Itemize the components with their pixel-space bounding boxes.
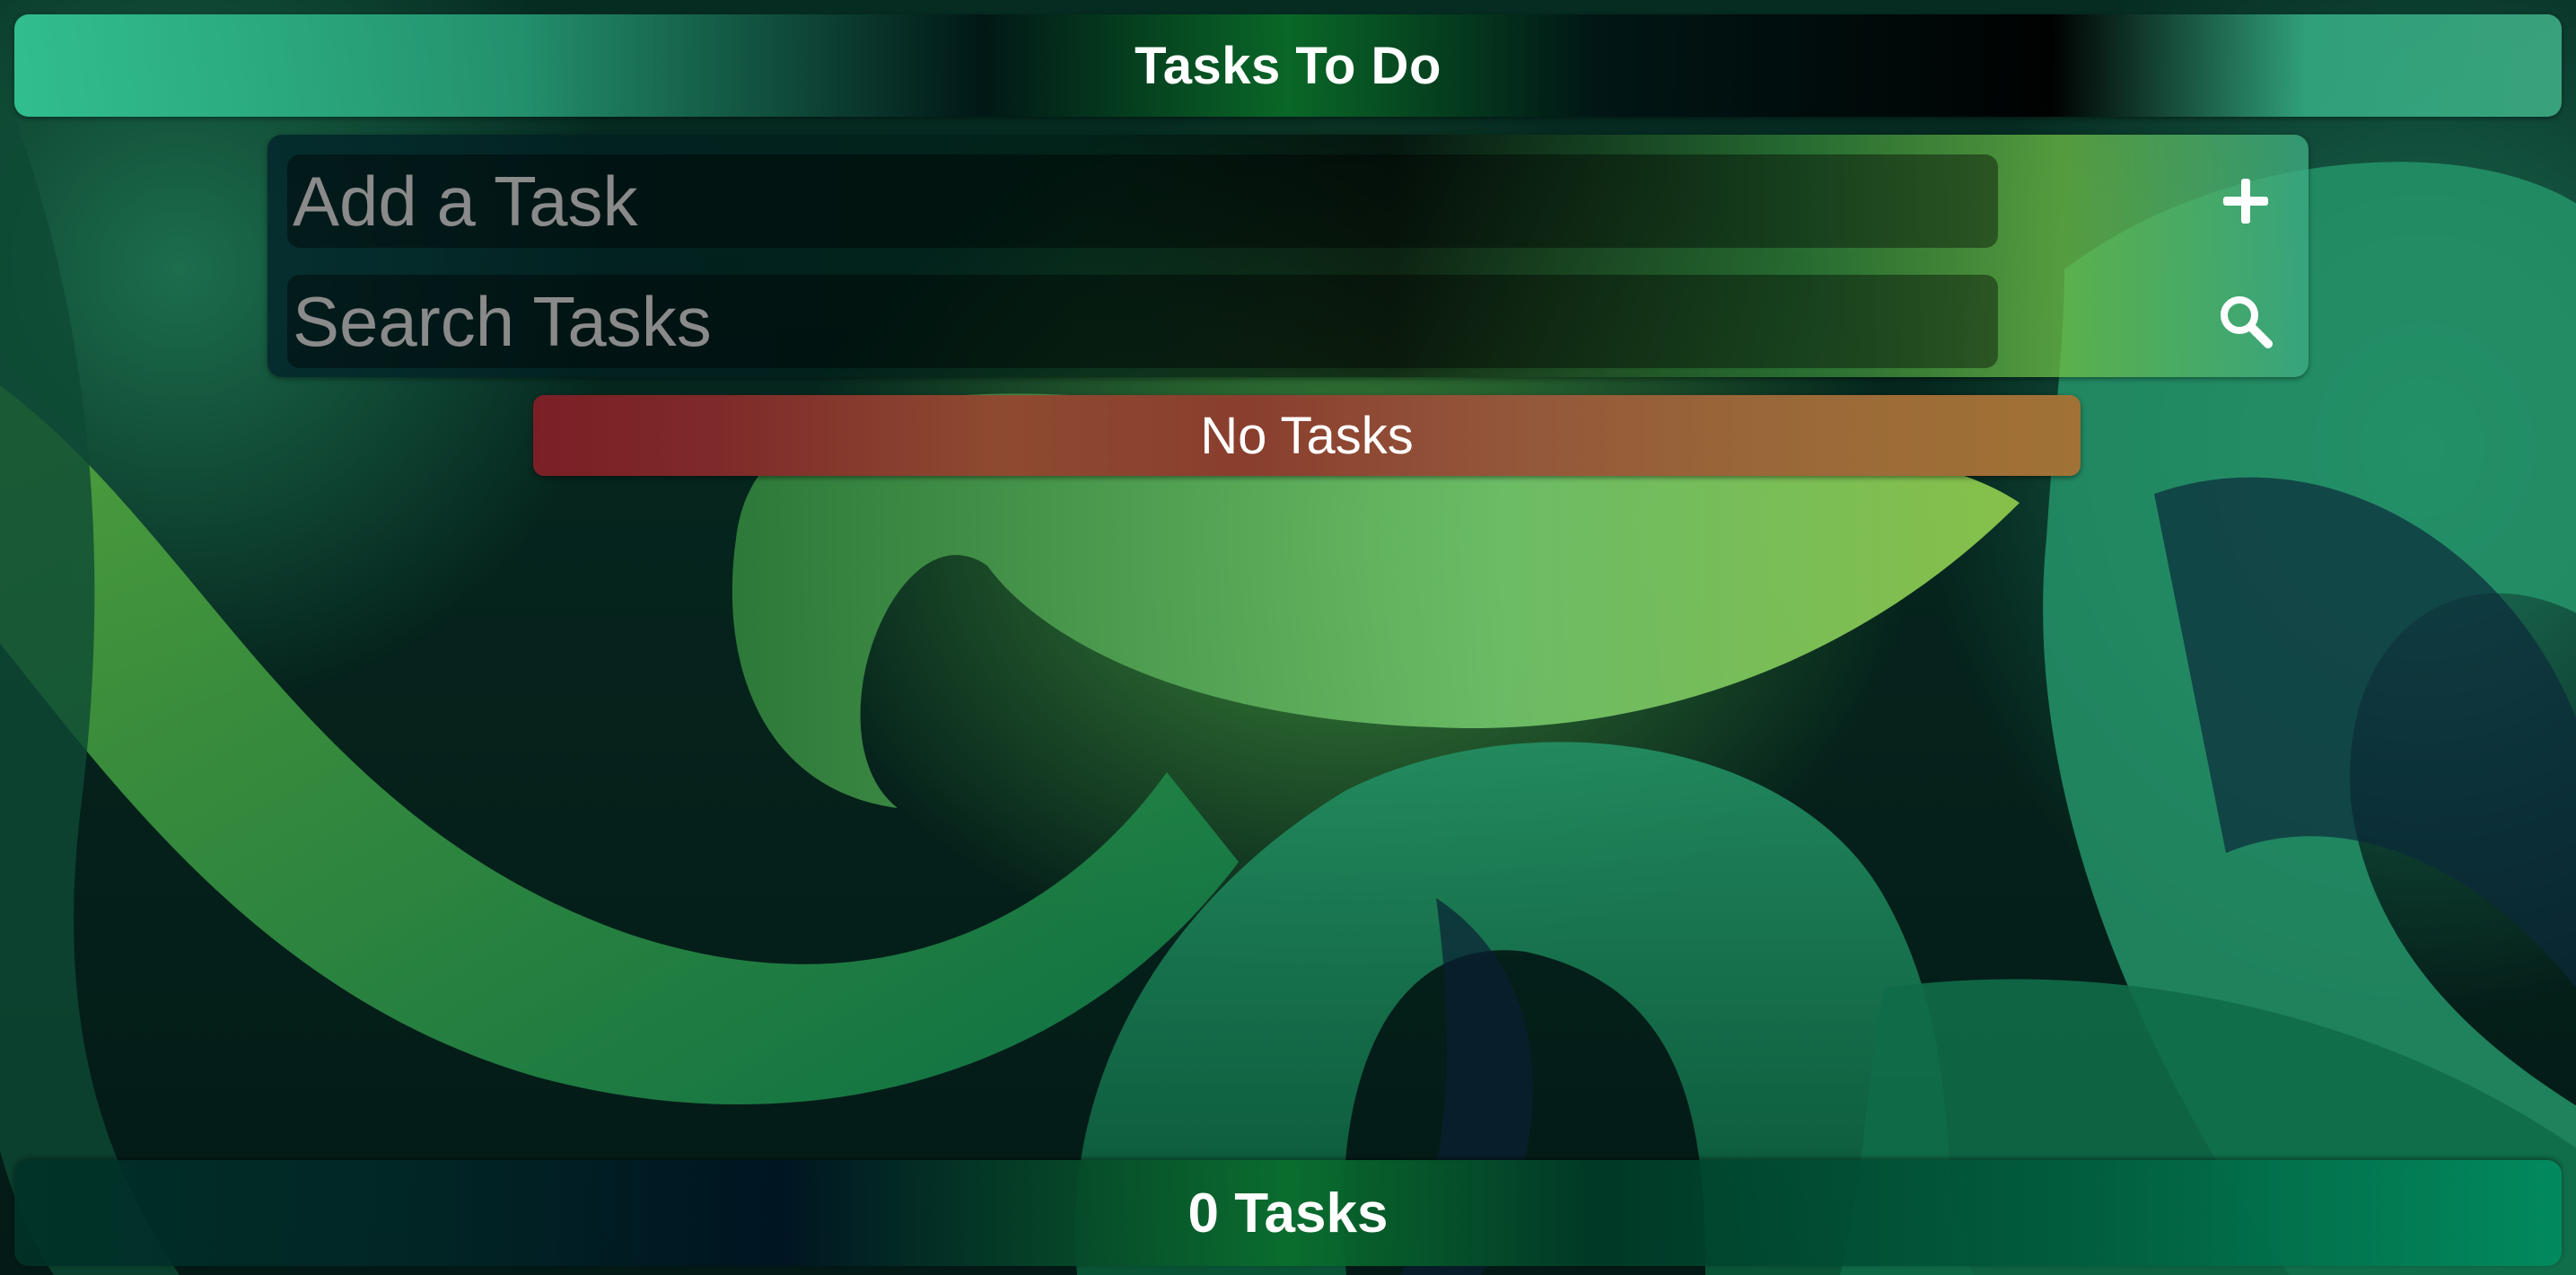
app-title: Tasks To Do — [1135, 36, 1441, 95]
search-button[interactable] — [2210, 286, 2282, 357]
search-icon — [2221, 296, 2273, 348]
search-tasks-input[interactable] — [287, 275, 1998, 368]
task-count: 0 Tasks — [1187, 1182, 1389, 1244]
footer-bar: 0 Tasks — [14, 1160, 2562, 1266]
add-task-input[interactable] — [287, 154, 1998, 248]
empty-state-message: No Tasks — [1200, 406, 1414, 465]
title-bar: Tasks To Do — [14, 14, 2562, 117]
add-task-button[interactable] — [2210, 165, 2282, 237]
plus-icon — [2223, 179, 2268, 224]
task-input-panel — [267, 135, 2309, 377]
empty-state-banner: No Tasks — [533, 395, 2081, 476]
